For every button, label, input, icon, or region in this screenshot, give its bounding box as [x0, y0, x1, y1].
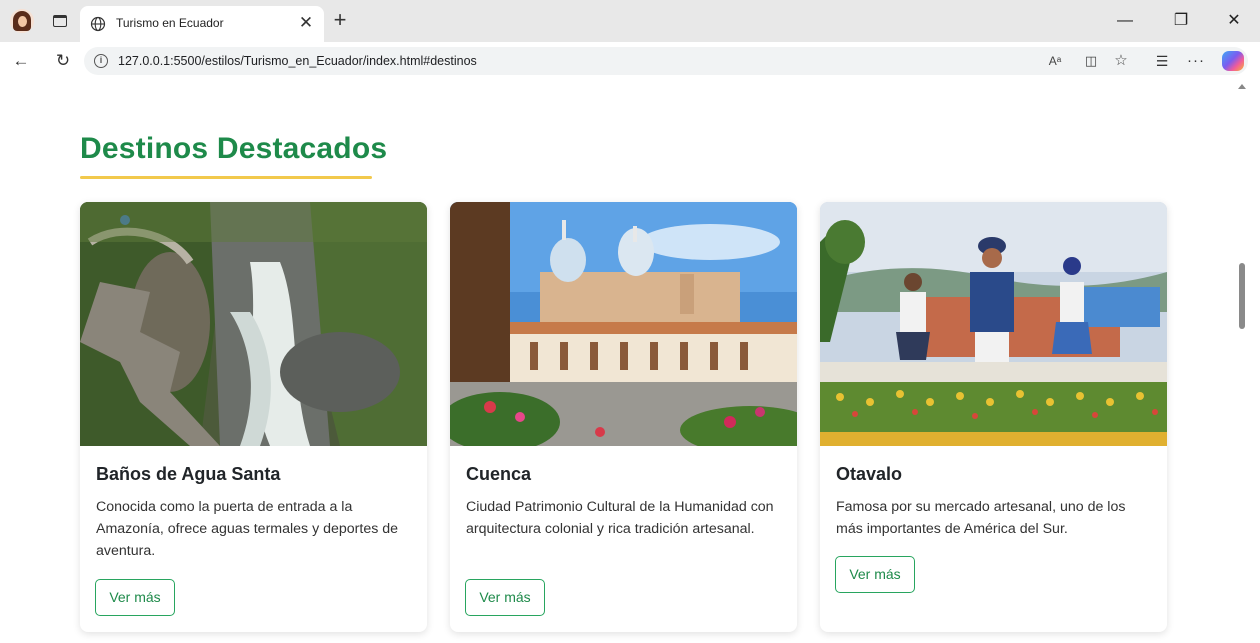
card-description: Conocida como la puerta de entrada a la …: [96, 499, 399, 559]
page-viewport: Destinos Destacados Baños de Agua Santa …: [0, 80, 1260, 643]
back-arrow-icon[interactable]: ←: [10, 50, 32, 72]
ver-mas-button[interactable]: Ver más: [835, 556, 915, 593]
scrollbar-thumb[interactable]: [1239, 263, 1245, 329]
waterfall-canyon-photo: [80, 202, 427, 446]
browser-tab-bar: Turismo en Ecuador ✕ + — ❐ ✕: [0, 0, 1260, 42]
new-tab-plus-icon[interactable]: +: [328, 9, 352, 33]
copilot-icon[interactable]: [1222, 51, 1244, 71]
minimize-icon[interactable]: —: [1110, 9, 1140, 33]
vertical-scrollbar[interactable]: [1232, 80, 1252, 643]
globe-icon: [90, 16, 106, 32]
tab-actions-icon[interactable]: [50, 12, 70, 30]
browser-toolbar: ← ↻ i 127.0.0.1:5500/estilos/Turismo_en_…: [0, 42, 1260, 80]
ver-mas-button[interactable]: Ver más: [465, 579, 545, 616]
ver-mas-button[interactable]: Ver más: [95, 579, 175, 616]
card-title: Cuenca: [466, 464, 532, 484]
scroll-up-arrow-icon[interactable]: [1238, 84, 1246, 89]
more-options-icon[interactable]: ···: [1184, 50, 1208, 72]
cathedral-plaza-photo: [450, 202, 797, 446]
close-window-icon[interactable]: ✕: [1219, 9, 1249, 33]
browser-tab-active[interactable]: Turismo en Ecuador ✕: [80, 6, 324, 42]
favorites-list-icon[interactable]: ☰: [1150, 50, 1174, 72]
tab-close-icon[interactable]: ✕: [296, 13, 316, 33]
address-bar[interactable]: i 127.0.0.1:5500/estilos/Turismo_en_Ecua…: [84, 47, 1248, 75]
split-screen-icon[interactable]: ◫: [1080, 51, 1102, 71]
favorite-star-icon[interactable]: ☆: [1110, 51, 1132, 71]
card-title: Baños de Agua Santa: [96, 464, 281, 484]
title-underline: [80, 176, 372, 179]
card-description: Ciudad Patrimonio Cultural de la Humanid…: [466, 499, 774, 537]
destination-card: Otavalo Famosa por su mercado artesanal,…: [820, 202, 1167, 632]
profile-avatar-icon[interactable]: [10, 9, 34, 33]
url-text[interactable]: 127.0.0.1:5500/estilos/Turismo_en_Ecuado…: [118, 54, 477, 68]
restore-window-icon[interactable]: ❐: [1166, 9, 1196, 33]
destination-card: Baños de Agua Santa Conocida como la pue…: [80, 202, 427, 632]
site-info-icon[interactable]: i: [94, 54, 108, 68]
card-description: Famosa por su mercado artesanal, uno de …: [836, 499, 1126, 537]
tab-title: Turismo en Ecuador: [116, 16, 224, 30]
statues-monument-photo: [820, 202, 1167, 446]
section-title: Destinos Destacados: [80, 132, 388, 165]
card-title: Otavalo: [836, 464, 903, 484]
read-aloud-icon[interactable]: Aᵃ: [1044, 51, 1066, 71]
avatar-face: [18, 16, 27, 27]
destination-card: Cuenca Ciudad Patrimonio Cultural de la …: [450, 202, 797, 632]
reload-icon[interactable]: ↻: [52, 50, 74, 72]
